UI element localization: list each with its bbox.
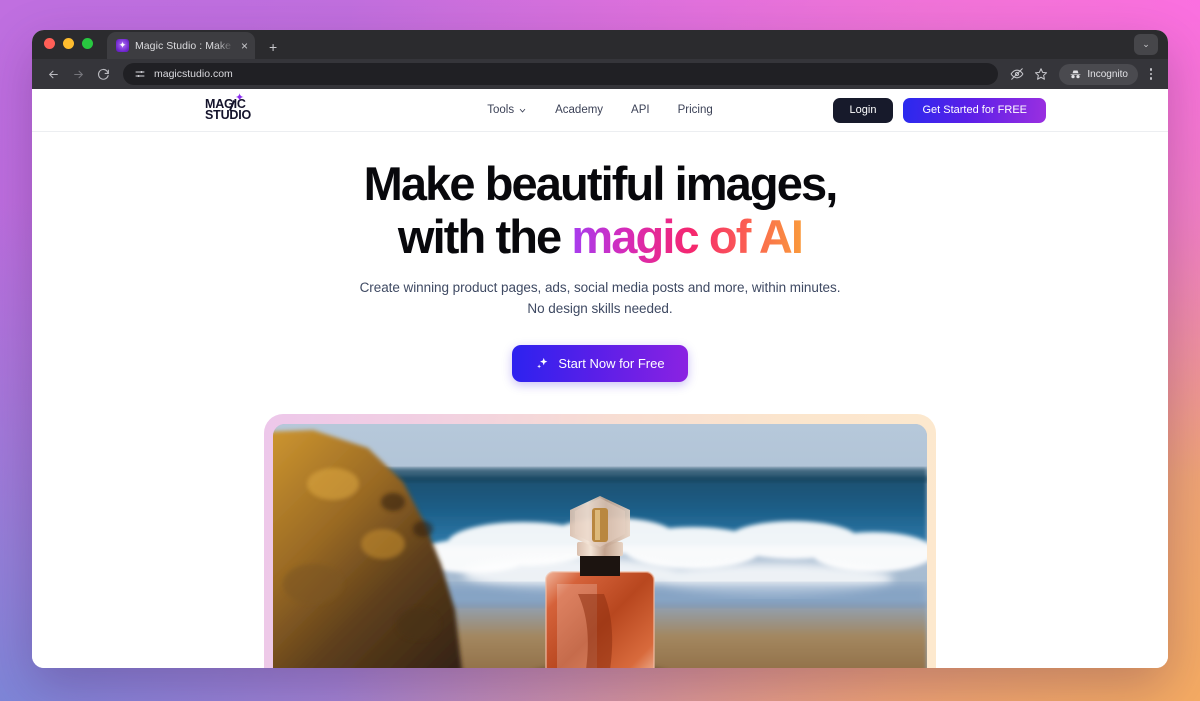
- start-now-label: Start Now for Free: [558, 356, 665, 372]
- incognito-label: Incognito: [1087, 68, 1128, 80]
- nav-item-pricing[interactable]: Pricing: [678, 104, 713, 116]
- tune-icon[interactable]: [134, 68, 146, 80]
- subtitle-line-1: Create winning product pages, ads, socia…: [359, 280, 841, 296]
- page-title: Make beautiful images, with the magic of…: [32, 157, 1168, 263]
- close-window-button[interactable]: [44, 38, 55, 49]
- chevron-down-icon[interactable]: ⌄: [1134, 34, 1158, 55]
- window-traffic-lights: [44, 30, 93, 59]
- hero-subtitle: Create winning product pages, ads, socia…: [32, 278, 1168, 320]
- toolbar-actions: Incognito: [1006, 63, 1160, 85]
- sparkle-favicon-icon: ✦: [116, 39, 129, 52]
- site-nav: Tools Academy API Pricing: [487, 104, 713, 116]
- login-button[interactable]: Login: [832, 97, 894, 123]
- kebab-menu-icon[interactable]: [1142, 68, 1160, 80]
- nav-item-api[interactable]: API: [631, 104, 650, 116]
- url-text: magicstudio.com: [154, 68, 233, 80]
- nav-item-tools[interactable]: Tools: [487, 104, 527, 116]
- hero-image: [273, 424, 927, 668]
- sparkles-icon: [535, 356, 550, 371]
- site-header: MAGIC STUDIO ✦ Tools Academy API Pricing…: [32, 89, 1168, 132]
- headline-line-1: Make beautiful images,: [363, 157, 839, 210]
- minimize-window-button[interactable]: [63, 38, 74, 49]
- page-viewport: MAGIC STUDIO ✦ Tools Academy API Pricing…: [32, 89, 1168, 668]
- get-started-button[interactable]: Get Started for FREE: [903, 97, 1046, 123]
- hero-image-frame: [264, 414, 936, 668]
- headline-line-2-plain: with the: [397, 209, 572, 263]
- browser-tab[interactable]: ✦ Magic Studio : Make beautiful ×: [107, 32, 255, 59]
- back-arrow-icon[interactable]: [42, 63, 64, 85]
- nav-label-tools: Tools: [487, 104, 515, 116]
- logo-line-2: STUDIO: [205, 108, 252, 122]
- magic-studio-logo[interactable]: MAGIC STUDIO ✦: [205, 92, 252, 122]
- header-actions: Login Get Started for FREE: [832, 97, 1046, 123]
- chevron-down-icon: [519, 108, 526, 112]
- subtitle-line-2: No design skills needed.: [527, 301, 673, 317]
- eye-off-icon[interactable]: [1006, 63, 1028, 85]
- address-bar[interactable]: magicstudio.com: [123, 63, 999, 85]
- browser-window: ✦ Magic Studio : Make beautiful × + ⌄ ma…: [32, 30, 1168, 668]
- hero-section: Make beautiful images, with the magic of…: [32, 132, 1168, 668]
- incognito-indicator[interactable]: Incognito: [1059, 63, 1138, 85]
- headline-line-2-gradient: magic of AI: [571, 209, 804, 263]
- star-icon[interactable]: [1030, 63, 1052, 85]
- forward-arrow-icon[interactable]: [67, 63, 89, 85]
- maximize-window-button[interactable]: [82, 38, 93, 49]
- new-tab-button[interactable]: +: [269, 40, 277, 54]
- hero-image-illustration: [273, 424, 927, 668]
- close-tab-button[interactable]: ×: [240, 40, 249, 52]
- tab-title: Magic Studio : Make beautiful: [135, 39, 234, 52]
- incognito-hat-icon: [1069, 68, 1082, 81]
- nav-item-academy[interactable]: Academy: [555, 104, 603, 116]
- browser-toolbar: magicstudio.com Incognito: [32, 59, 1168, 89]
- sparkle-icon: ✦: [235, 91, 245, 104]
- start-now-button[interactable]: Start Now for Free: [512, 345, 688, 383]
- reload-icon[interactable]: [92, 63, 114, 85]
- tab-strip: ✦ Magic Studio : Make beautiful × + ⌄: [32, 30, 1168, 59]
